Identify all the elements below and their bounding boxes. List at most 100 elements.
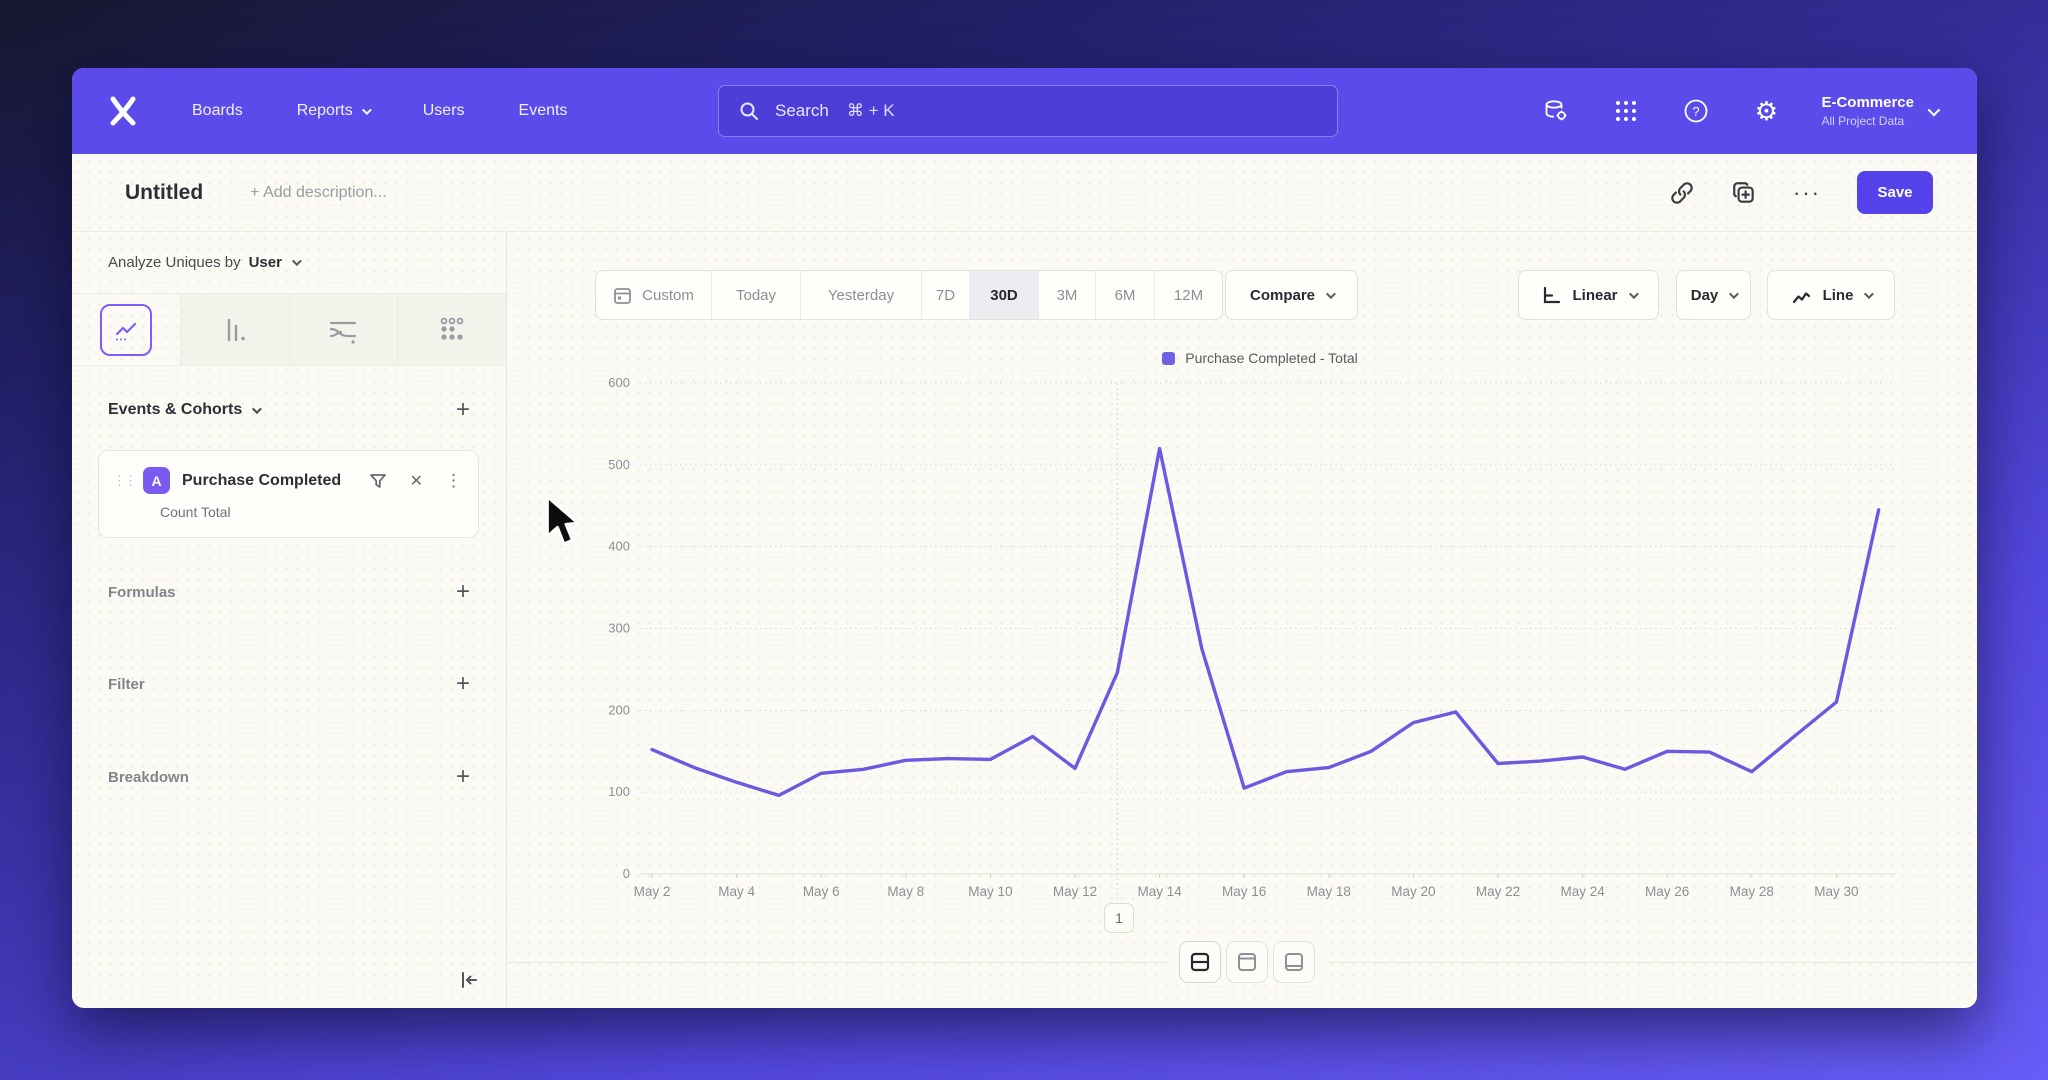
mixpanel-logo-icon[interactable] bbox=[106, 94, 140, 128]
compare-button[interactable]: Compare bbox=[1225, 270, 1358, 320]
range-label: Custom bbox=[642, 287, 694, 304]
nav-right: ? ⚙ E-Commerce All Project Data bbox=[1541, 94, 1937, 128]
nav-item-label: Events bbox=[519, 102, 568, 120]
formulas-label: Formulas bbox=[108, 584, 176, 601]
nav-item-users[interactable]: Users bbox=[423, 102, 465, 120]
event-aggregation[interactable]: Count Total bbox=[160, 504, 462, 520]
layout-split-button[interactable] bbox=[1179, 941, 1221, 983]
chart-panel: Custom Today Yesterday 7D 30D 3M 6M 12M … bbox=[507, 232, 1977, 1008]
duplicate-icon[interactable] bbox=[1731, 180, 1757, 206]
range-custom[interactable]: Custom bbox=[596, 271, 711, 319]
range-label: 7D bbox=[936, 287, 955, 304]
settings-gear-icon[interactable]: ⚙ bbox=[1751, 96, 1781, 126]
analyze-label: Analyze Uniques by bbox=[108, 254, 241, 271]
analyze-value-dropdown[interactable]: User bbox=[249, 254, 282, 271]
chart-legend[interactable]: Purchase Completed - Total bbox=[600, 350, 1920, 366]
report-toolbar: Untitled + Add description... ··· Save bbox=[72, 154, 1977, 232]
axis-scale-icon bbox=[1541, 285, 1561, 305]
event-options-icon[interactable]: ⋮ bbox=[445, 471, 462, 491]
add-breakdown-button[interactable]: + bbox=[456, 765, 470, 789]
event-card-row: ⋮⋮ A Purchase Completed ✕ ⋮ bbox=[113, 467, 462, 494]
range-label: 3M bbox=[1057, 287, 1078, 304]
svg-text:May 2: May 2 bbox=[634, 884, 671, 899]
drag-handle-icon[interactable]: ⋮⋮ bbox=[113, 473, 135, 489]
add-description[interactable]: + Add description... bbox=[250, 184, 387, 202]
svg-text:May 28: May 28 bbox=[1730, 884, 1774, 899]
save-button[interactable]: Save bbox=[1857, 171, 1933, 214]
add-event-button[interactable]: + bbox=[456, 398, 470, 422]
line-chart-icon bbox=[1791, 285, 1812, 306]
events-cohorts-label: Events & Cohorts bbox=[108, 401, 242, 419]
app-window: Boards Reports Users Events Search ⌘ + K bbox=[72, 68, 1977, 1008]
range-12m[interactable]: 12M bbox=[1154, 271, 1222, 319]
date-range-controls: Custom Today Yesterday 7D 30D 3M 6M 12M bbox=[595, 270, 1223, 320]
svg-text:600: 600 bbox=[608, 375, 630, 390]
nav-item-events[interactable]: Events bbox=[519, 102, 568, 120]
search-icon bbox=[739, 101, 759, 121]
nav-item-reports[interactable]: Reports bbox=[297, 102, 369, 120]
search-input[interactable]: Search ⌘ + K bbox=[718, 85, 1338, 137]
collapse-sidebar-icon[interactable] bbox=[458, 969, 480, 996]
report-title[interactable]: Untitled bbox=[125, 181, 203, 205]
layout-toggle-group bbox=[1167, 939, 1327, 985]
range-3m[interactable]: 3M bbox=[1038, 271, 1095, 319]
range-today[interactable]: Today bbox=[711, 271, 800, 319]
filter-label: Filter bbox=[108, 676, 145, 693]
legend-swatch bbox=[1162, 352, 1175, 365]
range-6m[interactable]: 6M bbox=[1095, 271, 1154, 319]
project-scope: All Project Data bbox=[1821, 114, 1914, 128]
range-30d-active[interactable]: 30D bbox=[969, 271, 1038, 319]
chart-type-line-button[interactable]: Line bbox=[1767, 270, 1895, 320]
chevron-down-icon bbox=[1928, 103, 1941, 116]
tab-insights-active[interactable] bbox=[72, 294, 180, 365]
chevron-down-icon bbox=[362, 105, 372, 115]
pagination-badge[interactable]: 1 bbox=[1104, 903, 1134, 933]
range-label: 12M bbox=[1174, 287, 1203, 304]
remove-event-icon[interactable]: ✕ bbox=[410, 471, 423, 491]
chevron-down-icon bbox=[292, 256, 302, 266]
svg-text:400: 400 bbox=[608, 539, 630, 554]
apps-grid-icon[interactable] bbox=[1611, 96, 1641, 126]
bar-chart-icon bbox=[219, 314, 251, 346]
range-7d[interactable]: 7D bbox=[921, 271, 969, 319]
search-placeholder: Search bbox=[775, 101, 829, 121]
layout-bottom-button[interactable] bbox=[1273, 941, 1315, 983]
scale-label: Linear bbox=[1572, 287, 1617, 304]
line-chart[interactable]: 0100200300400500600May 2May 4May 6May 8M… bbox=[600, 368, 1920, 908]
copy-link-icon[interactable] bbox=[1669, 180, 1695, 206]
filter-section: Filter + bbox=[72, 666, 506, 702]
chevron-down-icon bbox=[1864, 289, 1874, 299]
svg-text:May 20: May 20 bbox=[1391, 884, 1435, 899]
tab-flow-chart[interactable] bbox=[289, 294, 398, 365]
interval-day-button[interactable]: Day bbox=[1676, 270, 1751, 320]
range-yesterday[interactable]: Yesterday bbox=[800, 271, 921, 319]
event-letter-badge: A bbox=[143, 467, 170, 494]
scale-linear-button[interactable]: Linear bbox=[1518, 270, 1659, 320]
layout-top-icon bbox=[1236, 951, 1258, 973]
nav-links: Boards Reports Users Events bbox=[192, 102, 567, 120]
range-label: Yesterday bbox=[828, 287, 894, 304]
svg-text:May 24: May 24 bbox=[1560, 884, 1605, 899]
svg-text:500: 500 bbox=[608, 457, 630, 472]
svg-text:?: ? bbox=[1693, 104, 1700, 119]
analyze-row: Analyze Uniques by User bbox=[72, 232, 506, 294]
range-label: 6M bbox=[1115, 287, 1136, 304]
svg-text:May 30: May 30 bbox=[1814, 884, 1858, 899]
tab-bar-chart[interactable] bbox=[180, 294, 289, 365]
nav-item-boards[interactable]: Boards bbox=[192, 102, 243, 120]
project-switcher[interactable]: E-Commerce All Project Data bbox=[1821, 94, 1937, 128]
chevron-down-icon bbox=[1628, 289, 1638, 299]
events-cohorts-header[interactable]: Events & Cohorts + bbox=[72, 392, 506, 428]
filter-funnel-icon[interactable] bbox=[368, 471, 388, 491]
tab-retention-chart[interactable] bbox=[397, 294, 506, 365]
breakdown-label: Breakdown bbox=[108, 769, 189, 786]
add-formula-button[interactable]: + bbox=[456, 580, 470, 604]
event-card[interactable]: ⋮⋮ A Purchase Completed ✕ ⋮ Count Total bbox=[98, 450, 479, 538]
event-name[interactable]: Purchase Completed bbox=[182, 472, 341, 490]
flow-chart-icon bbox=[326, 313, 360, 347]
more-actions-icon[interactable]: ··· bbox=[1793, 182, 1821, 204]
add-filter-button[interactable]: + bbox=[456, 672, 470, 696]
layout-top-button[interactable] bbox=[1226, 941, 1268, 983]
help-icon[interactable]: ? bbox=[1681, 96, 1711, 126]
data-management-icon[interactable] bbox=[1541, 96, 1571, 126]
